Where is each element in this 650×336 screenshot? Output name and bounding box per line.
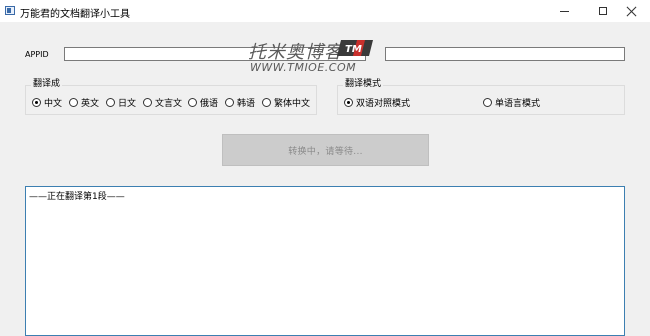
- radio-icon: [143, 98, 152, 107]
- minimize-button[interactable]: [547, 0, 581, 22]
- radio-mode-bilingual[interactable]: 双语对照模式: [344, 96, 410, 109]
- radio-icon: [69, 98, 78, 107]
- minimize-icon: [559, 10, 569, 12]
- appid-label: APPID: [25, 50, 49, 59]
- radio-icon: [262, 98, 271, 107]
- radio-lang-en[interactable]: 英文: [69, 96, 99, 109]
- radio-checked-icon: [32, 98, 41, 107]
- radio-label: 韩语: [237, 99, 256, 109]
- radio-label: 英文: [81, 99, 100, 109]
- translate-button[interactable]: 转换中，请等待...: [222, 134, 429, 166]
- output-textarea[interactable]: ——正在翻译第1段——: [25, 186, 625, 336]
- translate-mode-title: 翻译模式: [343, 79, 384, 90]
- radio-icon: [188, 98, 197, 107]
- radio-lang-zh[interactable]: 中文: [32, 96, 62, 109]
- radio-mode-single[interactable]: 单语言模式: [483, 96, 540, 109]
- close-button[interactable]: [614, 0, 648, 22]
- close-icon: [626, 6, 637, 17]
- radio-icon: [106, 98, 115, 107]
- radio-lang-classical[interactable]: 文言文: [143, 96, 182, 109]
- radio-label: 日文: [118, 99, 137, 109]
- radio-checked-icon: [344, 98, 353, 107]
- window-title: 万能君的文档翻译小工具: [20, 9, 130, 20]
- app-icon: [5, 6, 15, 15]
- radio-label: 繁体中文: [274, 99, 311, 109]
- radio-lang-ru[interactable]: 俄语: [188, 96, 218, 109]
- appid-input[interactable]: [64, 47, 366, 61]
- radio-lang-ko[interactable]: 韩语: [225, 96, 255, 109]
- radio-icon: [483, 98, 492, 107]
- radio-lang-ja[interactable]: 日文: [106, 96, 136, 109]
- radio-label: 俄语: [200, 99, 219, 109]
- radio-label: 文言文: [155, 99, 183, 109]
- maximize-icon: [599, 7, 607, 15]
- radio-icon: [225, 98, 234, 107]
- title-bar: 万能君的文档翻译小工具: [0, 0, 650, 22]
- radio-label: 双语对照模式: [356, 99, 411, 109]
- radio-label: 中文: [44, 99, 63, 109]
- secret-key-input[interactable]: [385, 47, 625, 61]
- radio-lang-zh-tw[interactable]: 繁体中文: [262, 96, 310, 109]
- translate-to-title: 翻译成: [31, 79, 63, 90]
- radio-label: 单语言模式: [495, 99, 541, 109]
- watermark-text-en: WWW.TMIOE.COM: [250, 61, 357, 74]
- output-text: ——正在翻译第1段——: [29, 192, 125, 202]
